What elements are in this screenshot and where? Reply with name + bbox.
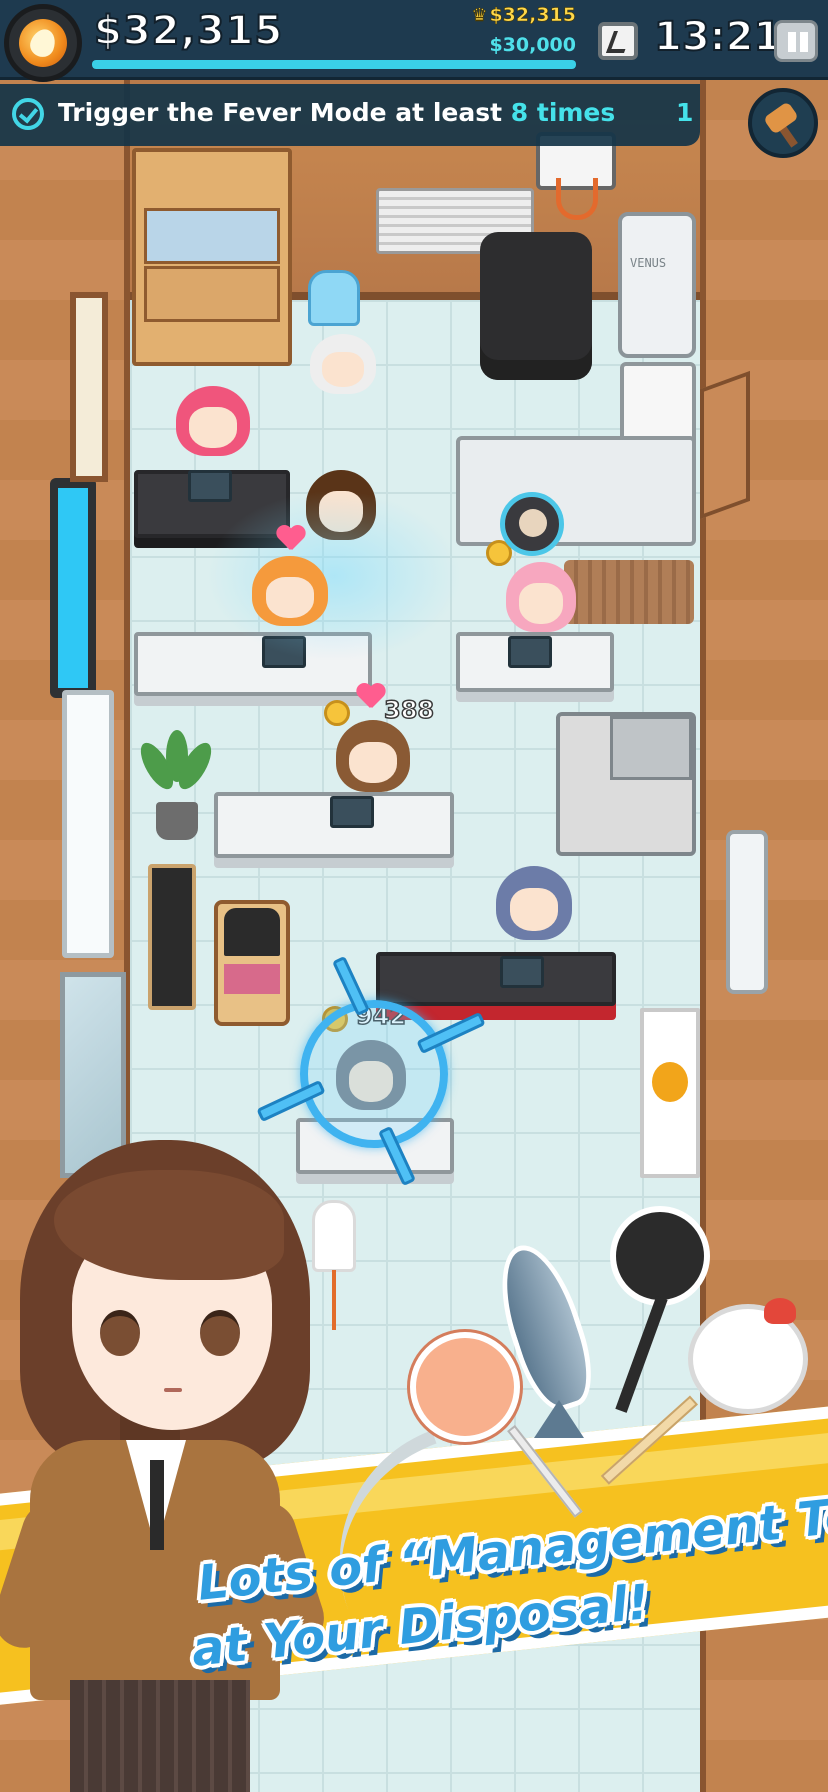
office-clock-icon bbox=[598, 22, 638, 60]
monitor-icon bbox=[508, 636, 552, 668]
coin-icon bbox=[324, 700, 350, 726]
target-crosshair[interactable] bbox=[256, 955, 486, 1187]
pause-button[interactable] bbox=[774, 20, 818, 62]
potted-plant bbox=[134, 730, 218, 840]
monitor-icon bbox=[330, 796, 374, 828]
rubber-chicken-tool-icon[interactable] bbox=[600, 1298, 808, 1485]
copier-lid bbox=[610, 716, 692, 780]
hoop-net bbox=[556, 178, 598, 220]
ice-cream-bubble-icon[interactable] bbox=[500, 492, 564, 556]
checkmark-timer-icon bbox=[12, 98, 44, 130]
employee-silver-spiky[interactable] bbox=[496, 866, 572, 940]
heart-icon bbox=[356, 684, 386, 710]
monitor-icon bbox=[188, 470, 232, 502]
water-cooler[interactable] bbox=[308, 270, 360, 326]
kitchen-counter[interactable] bbox=[456, 436, 696, 546]
heart-icon bbox=[276, 526, 306, 552]
side-door[interactable] bbox=[700, 370, 750, 520]
employee-orange-hair[interactable] bbox=[252, 556, 328, 626]
air-conditioner[interactable] bbox=[726, 830, 768, 994]
monitor-icon bbox=[500, 956, 544, 988]
mission-count: 1 bbox=[676, 98, 694, 127]
employee-brown-hair[interactable] bbox=[336, 720, 410, 792]
fish-tool-icon[interactable] bbox=[485, 1235, 605, 1438]
fever-mode-button[interactable] bbox=[4, 4, 82, 82]
mission-highlight: 8 times bbox=[510, 98, 616, 127]
wall-picture-frame bbox=[70, 292, 108, 482]
mission-banner[interactable]: Trigger the Fever Mode at least 8 times … bbox=[0, 84, 700, 146]
employee-pink-long-hair[interactable] bbox=[506, 562, 576, 632]
manager-character bbox=[0, 1140, 332, 1792]
employee-pink-hair[interactable] bbox=[176, 386, 250, 456]
whiteboard[interactable] bbox=[62, 690, 114, 958]
bookshelf[interactable] bbox=[132, 148, 292, 366]
money-progress-bar bbox=[92, 60, 576, 69]
wall-tv[interactable] bbox=[50, 478, 96, 698]
crown-icon: ♛ bbox=[471, 5, 488, 27]
company-logo-icon bbox=[652, 1062, 688, 1102]
cat-rug bbox=[564, 560, 694, 624]
speaker[interactable] bbox=[148, 864, 196, 1010]
money-counter: $32,315 bbox=[93, 7, 284, 55]
fever-glow bbox=[206, 490, 462, 662]
fridge-label: VENUS bbox=[630, 256, 667, 270]
management-tool-button[interactable] bbox=[748, 88, 818, 158]
mission-text: Trigger the Fever Mode at least 8 times bbox=[58, 98, 616, 127]
earnings-popup: 388 bbox=[383, 695, 435, 725]
record-money: ♛ $32,315 bbox=[471, 4, 576, 27]
boss-chair[interactable] bbox=[480, 232, 592, 380]
target-money: $30,000 bbox=[489, 34, 576, 56]
fridge[interactable] bbox=[618, 212, 696, 358]
employee-janitor[interactable] bbox=[310, 334, 376, 394]
arcade-machine[interactable] bbox=[214, 900, 290, 1026]
game-time: 13:21 bbox=[653, 13, 782, 61]
money-progress-fill bbox=[92, 60, 576, 69]
top-hud-bar: $32,315 ♛ $32,315 $30,000 13:21 bbox=[0, 0, 828, 82]
